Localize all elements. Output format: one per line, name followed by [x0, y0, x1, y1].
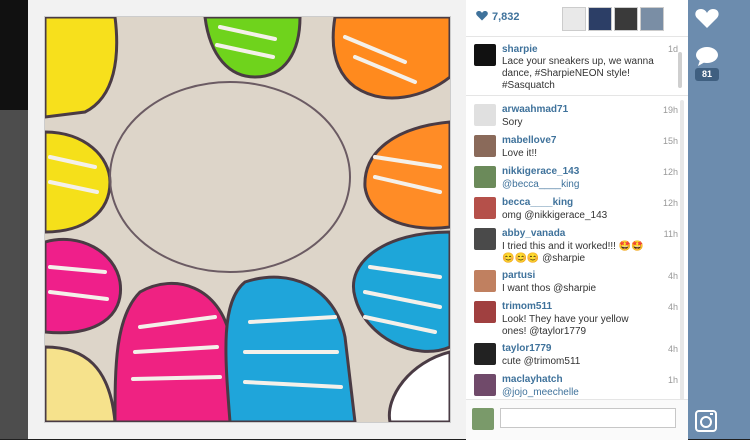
comment-item: abby_vanada 11h I tried this and it work…: [466, 224, 688, 264]
comment-item: nikkigerace_143 12h @becca____king: [466, 162, 688, 192]
avatar[interactable]: [474, 301, 496, 323]
comment-text: Love it!!: [502, 148, 538, 159]
avatar[interactable]: [474, 228, 496, 250]
post-details-panel: 7,832 sharpie 1d Lace your sneakers up, …: [466, 0, 688, 440]
comment-list: arwaahmad71 19h Sory mabellove7 15h Love…: [466, 95, 688, 398]
comments-scrollbar[interactable]: [680, 100, 684, 400]
comment-time: 12h: [662, 167, 678, 177]
comment-username[interactable]: arwaahmad71: [502, 104, 568, 115]
comment-time: 1h: [667, 375, 678, 385]
avatar[interactable]: [474, 343, 496, 365]
comment-username[interactable]: trimom511: [502, 301, 552, 312]
avatar[interactable]: [474, 166, 496, 188]
comment-username[interactable]: partusi: [502, 270, 535, 281]
comment-input[interactable]: [500, 408, 676, 428]
comment-bubble-icon[interactable]: [694, 45, 720, 67]
photo-modal: 7,832 sharpie 1d Lace your sneakers up, …: [28, 0, 688, 440]
comment-footer: [466, 399, 688, 440]
caption-text: Lace your sneakers up, we wanna dance, #…: [502, 56, 654, 91]
comment-text: cute @trimom511: [502, 356, 581, 367]
comment-item: mabellove7 15h Love it!!: [466, 131, 688, 161]
liker-avatar[interactable]: [562, 7, 586, 31]
caption-time: 1d: [667, 44, 678, 54]
liker-avatar[interactable]: [614, 7, 638, 31]
heart-icon[interactable]: [476, 10, 488, 21]
comment-text: Sory: [502, 117, 523, 128]
comment-time: 4h: [667, 302, 678, 312]
avatar: [472, 408, 494, 430]
like-count[interactable]: 7,832: [492, 11, 520, 23]
liker-avatar[interactable]: [640, 7, 664, 31]
comment-text: I tried this and it worked!!! 🤩🤩😊😊😊 @sha…: [502, 241, 644, 264]
comment-item: arwaahmad71 19h Sory: [466, 100, 688, 130]
caption-username[interactable]: sharpie: [502, 44, 538, 55]
comment-text: omg @nikkigerace_143: [502, 210, 608, 221]
likes-bar: 7,832: [466, 0, 688, 37]
comment-time: 4h: [667, 344, 678, 354]
comment-text: @becca____king: [502, 179, 580, 190]
post-photo[interactable]: [44, 16, 451, 423]
photo-frame: [28, 0, 466, 439]
liker-avatar[interactable]: [588, 7, 612, 31]
heart-icon[interactable]: [694, 6, 720, 30]
comment-item: maclayhatch 1h @jojo_meechelle: [466, 370, 688, 400]
comment-item: trimom511 4h Look! They have your yellow…: [466, 297, 688, 337]
comment-time: 15h: [662, 136, 678, 146]
comment-time: 19h: [662, 105, 678, 115]
avatar[interactable]: [474, 44, 496, 66]
avatar[interactable]: [474, 104, 496, 126]
comment-username[interactable]: nikkigerace_143: [502, 166, 579, 177]
comment-time: 4h: [667, 271, 678, 281]
comment-item: taylor1779 4h cute @trimom511: [466, 339, 688, 369]
avatar[interactable]: [474, 374, 496, 396]
comment-username[interactable]: maclayhatch: [502, 374, 563, 385]
avatar[interactable]: [474, 135, 496, 157]
comment-item: partusi 4h I want thos @sharpie: [466, 266, 688, 296]
avatar[interactable]: [474, 270, 496, 292]
comment-username[interactable]: mabellove7: [502, 135, 556, 146]
comment-time: 11h: [663, 229, 678, 239]
instagram-camera-icon[interactable]: [695, 410, 717, 432]
comment-text: @jojo_meechelle: [502, 387, 579, 398]
comment-username[interactable]: becca____king: [502, 197, 573, 208]
comment-username[interactable]: abby_vanada: [502, 228, 565, 239]
sneakers-illustration: [45, 17, 450, 422]
comment-text: I want thos @sharpie: [502, 283, 597, 294]
avatar[interactable]: [474, 197, 496, 219]
comment-item: becca____king 12h omg @nikkigerace_143: [466, 193, 688, 223]
comment-time: 12h: [662, 198, 678, 208]
side-rail: 81: [688, 0, 750, 439]
caption-scrollbar[interactable]: [678, 52, 682, 88]
comment-count: 81: [695, 68, 719, 81]
comment-username[interactable]: taylor1779: [502, 343, 551, 354]
comment-text: Look! They have your yellow ones! @taylo…: [502, 314, 629, 337]
